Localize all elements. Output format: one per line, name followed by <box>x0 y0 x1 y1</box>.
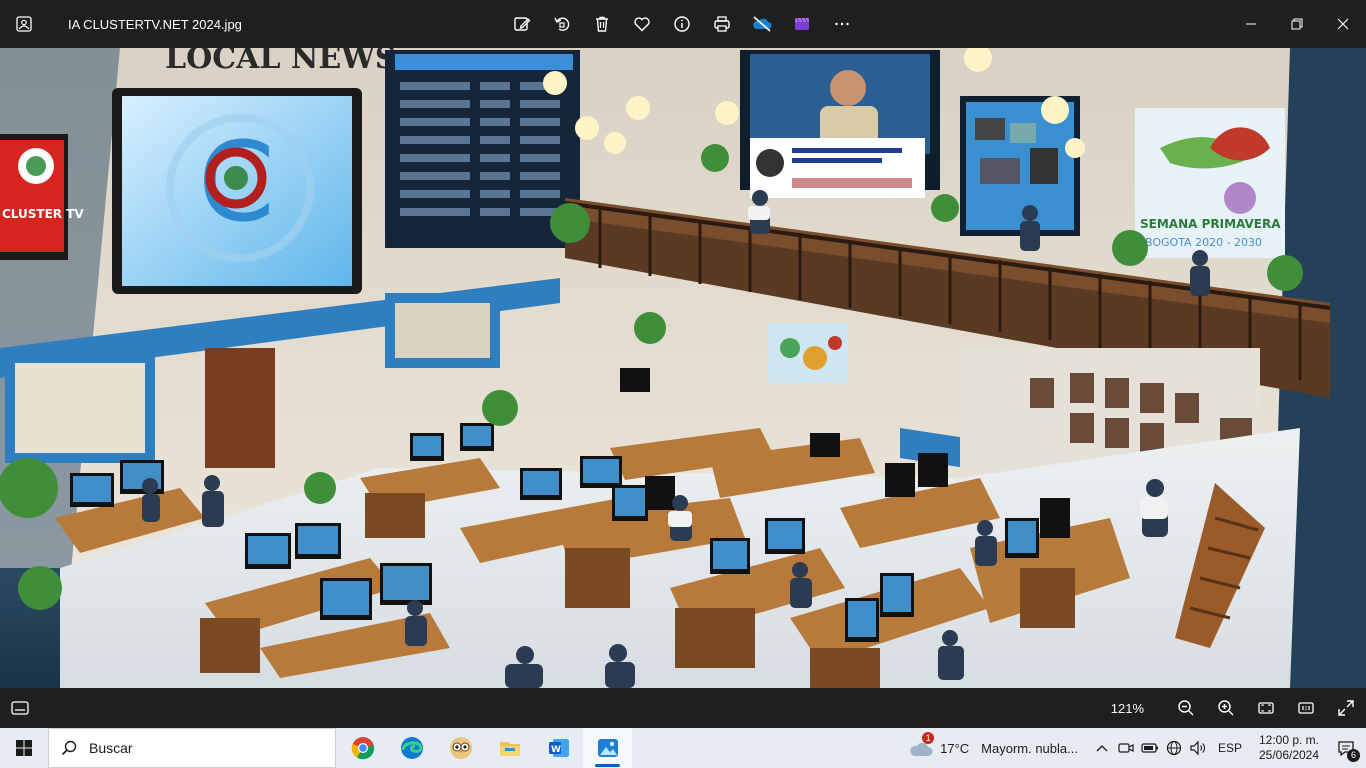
filmstrip-icon[interactable] <box>0 688 40 728</box>
favorite-heart-icon[interactable] <box>622 4 662 44</box>
owl-app-icon[interactable] <box>436 728 485 768</box>
photo-canvas[interactable]: LOCAL NEWS C CLUSTER TV <box>0 48 1366 688</box>
print-icon[interactable] <box>702 4 742 44</box>
weather-alert-badge: 1 <box>922 732 935 744</box>
svg-text:W: W <box>551 745 561 755</box>
weather-description: Mayorm. nubla... <box>981 740 1078 756</box>
file-explorer-icon[interactable] <box>485 728 534 768</box>
photos-app-window: IA CLUSTERTV.NET 2024.jpg LOCAL NEWS CLU… <box>0 0 1366 768</box>
bogota-label: BOGOTA 2020 - 2030 <box>1145 236 1262 249</box>
search-label: Buscar <box>89 740 133 756</box>
system-tray: 1 17°C Mayorm. nubla... ESP 12:00 p. m. … <box>908 728 1366 768</box>
notification-center-icon[interactable]: 6 <box>1326 728 1366 768</box>
minimize-icon[interactable] <box>1228 0 1274 48</box>
fullscreen-icon[interactable] <box>1326 688 1366 728</box>
edit-image-icon[interactable] <box>502 4 542 44</box>
volume-icon[interactable] <box>1186 728 1210 768</box>
clock-date: 25/06/2024 <box>1258 748 1320 762</box>
edge-icon[interactable] <box>387 728 436 768</box>
window-controls <box>1228 0 1366 48</box>
word-icon[interactable]: W <box>534 728 583 768</box>
chevron-up-icon[interactable] <box>1090 728 1114 768</box>
meet-now-icon[interactable] <box>1114 728 1138 768</box>
zoom-level: 121% <box>1110 700 1144 716</box>
taskbar-search-box[interactable]: Buscar <box>48 728 336 768</box>
taskbar-apps: W <box>338 728 632 768</box>
semana-primavera-screen: SEMANA PRIMAVERA BOGOTA 2020 - 2030 <box>1135 108 1285 258</box>
photos-icon[interactable] <box>583 728 632 768</box>
info-icon[interactable] <box>662 4 702 44</box>
onedrive-icon[interactable] <box>742 4 782 44</box>
zoom-out-icon[interactable] <box>1166 688 1206 728</box>
big-logo-screen: C <box>112 88 362 294</box>
cluster-tv-label: CLUSTER TV <box>2 207 84 221</box>
zoom-controls: 121% <box>1111 688 1366 728</box>
local-news-sign: LOCAL NEWS <box>165 48 397 76</box>
window-title: IA CLUSTERTV.NET 2024.jpg <box>68 16 242 32</box>
clipchamp-icon[interactable] <box>782 4 822 44</box>
battery-icon[interactable] <box>1138 728 1162 768</box>
fit-to-window-icon[interactable] <box>1246 688 1286 728</box>
newsroom-image: LOCAL NEWS C CLUSTER TV <box>0 48 1366 688</box>
actual-size-icon[interactable] <box>1286 688 1326 728</box>
language-indicator[interactable]: ESP <box>1218 741 1242 755</box>
network-globe-icon[interactable] <box>1162 728 1186 768</box>
more-options-icon[interactable] <box>822 4 862 44</box>
delete-icon[interactable] <box>582 4 622 44</box>
door <box>205 348 275 468</box>
clock-time: 12:00 p. m. <box>1258 733 1320 747</box>
news-anchor-screen <box>740 50 940 198</box>
photo-bottom-bar: 121% <box>0 688 1366 728</box>
search-icon <box>61 740 77 756</box>
title-bar: IA CLUSTERTV.NET 2024.jpg <box>0 0 1366 48</box>
photos-app-icon <box>0 0 48 48</box>
close-icon[interactable] <box>1320 0 1366 48</box>
world-map-poster <box>768 323 848 383</box>
cloud-icon: 1 <box>908 732 935 758</box>
rotate-icon[interactable] <box>542 4 582 44</box>
clock[interactable]: 12:00 p. m. 25/06/2024 <box>1252 733 1326 763</box>
semana-primavera-label: SEMANA PRIMAVERA <box>1140 217 1281 231</box>
zoom-in-icon[interactable] <box>1206 688 1246 728</box>
weather-widget[interactable]: 1 17°C Mayorm. nubla... <box>908 732 1078 758</box>
taskbar: Buscar W 1 17°C Mayorm. nubla... ESP 12:… <box>0 728 1366 768</box>
photo-toolbar <box>502 0 862 48</box>
windows-start-icon[interactable] <box>0 728 48 768</box>
restore-icon[interactable] <box>1274 0 1320 48</box>
chrome-icon[interactable] <box>338 728 387 768</box>
notification-count-badge: 6 <box>1347 749 1360 762</box>
weather-temperature: 17°C <box>940 740 970 756</box>
